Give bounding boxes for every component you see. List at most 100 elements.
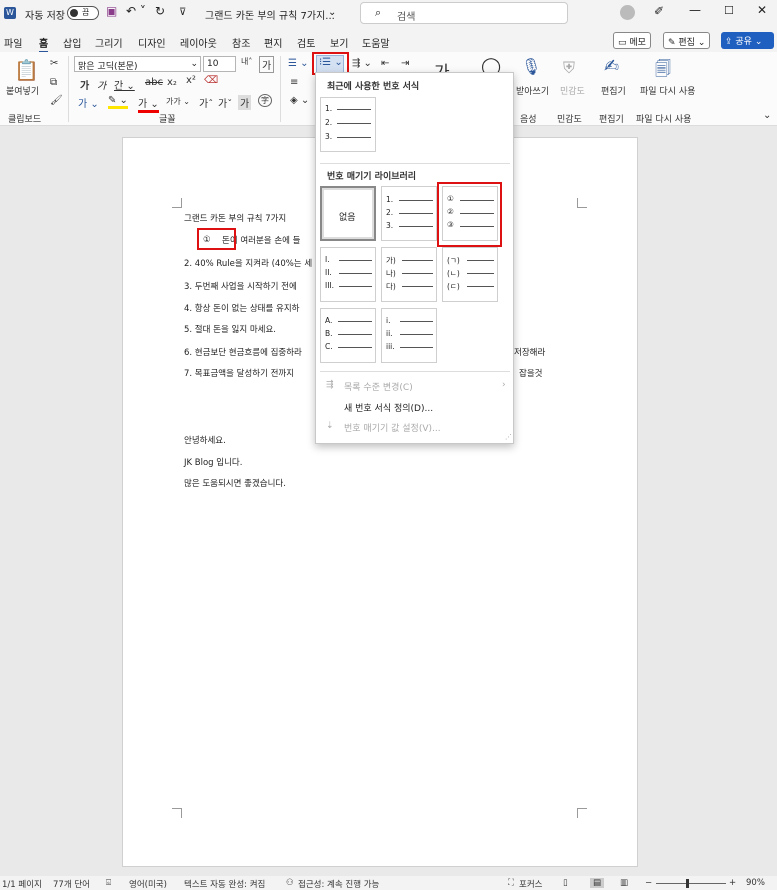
format-arabic-tile[interactable]: 1. 2. 3. xyxy=(381,186,437,241)
format-none-tile[interactable]: 없음 xyxy=(320,186,376,241)
reuse-files-icon[interactable]: 🗐 xyxy=(655,58,671,85)
accessibility-status[interactable]: 접근성: 계속 진행 가능 xyxy=(298,878,379,890)
edit-mode-button[interactable]: ✎ 편집 ⌄ xyxy=(663,32,711,49)
font-case-icon[interactable]: 가 xyxy=(259,56,275,73)
doc-title-line[interactable]: 그랜드 카돈 부의 규칙 7가지 xyxy=(184,212,286,224)
list-item-7-tail[interactable]: 잡을것 xyxy=(519,367,542,379)
list-item-7[interactable]: 7. 목표금액을 달성하기 전까지 xyxy=(184,367,294,379)
dictate-label[interactable]: 받아쓰기 xyxy=(516,84,549,97)
ribbon-collapse-icon[interactable]: ⌄ xyxy=(763,110,771,121)
web-layout-icon[interactable]: ▥ xyxy=(620,878,628,888)
shrink-font-icon[interactable]: 가ˇ xyxy=(218,95,232,110)
italic-icon[interactable]: 가 xyxy=(97,77,106,92)
paste-icon[interactable]: 📋 xyxy=(14,58,39,82)
cut-icon[interactable]: ✂ xyxy=(50,58,58,69)
maximize-icon[interactable]: ☐ xyxy=(724,4,734,17)
accessibility-icon[interactable]: ⚇ xyxy=(286,878,294,888)
editor-label[interactable]: 편집기 xyxy=(601,84,626,97)
text-effects-icon[interactable]: 가 ⌄ xyxy=(78,95,99,110)
close-icon[interactable]: ✕ xyxy=(757,3,767,17)
text-prediction-status[interactable]: 텍스트 자동 완성: 켜짐 xyxy=(184,878,265,890)
sensitivity-label[interactable]: 민감도 xyxy=(560,84,585,97)
align-left-icon[interactable]: ≡ xyxy=(290,77,298,88)
format-roman-lower-tile[interactable]: i. ii. iii. xyxy=(381,308,437,363)
char-shading-icon[interactable]: 가 xyxy=(238,95,252,110)
tab-home[interactable]: 홈 xyxy=(39,35,49,53)
zoom-level[interactable]: 90% xyxy=(746,878,765,888)
subscript-icon[interactable]: x₂ xyxy=(167,77,177,88)
minimize-icon[interactable]: — xyxy=(689,3,701,17)
define-new-format-item[interactable]: 새 번호 서식 정의(D)... xyxy=(344,401,433,414)
char-spacing-icon[interactable]: 가가 ⌄ xyxy=(166,96,190,107)
tab-help[interactable]: 도움말 xyxy=(362,35,390,50)
bullets-icon[interactable]: ☰ ⌄ xyxy=(288,58,309,69)
format-painter-icon[interactable]: 🖌 xyxy=(50,95,63,106)
list-item-2[interactable]: 2. 40% Rule을 지켜라 (40%는 세 xyxy=(184,257,312,269)
increase-indent-icon[interactable]: ⇥ xyxy=(401,58,409,69)
read-mode-icon[interactable]: ▯ xyxy=(563,878,568,888)
focus-icon[interactable]: ⛶ xyxy=(508,878,514,888)
title-chevron-down-icon[interactable]: ⌄ xyxy=(328,7,336,18)
set-numbering-value-item[interactable]: 번호 매기기 값 설정(V)... xyxy=(344,421,441,434)
list-item-6[interactable]: 6. 현금보단 현금흐름에 집중하라 xyxy=(184,346,302,358)
list-item-5[interactable]: 5. 절대 돈을 잃지 마세요. xyxy=(184,323,276,335)
grow-font-icon[interactable]: 가ˆ xyxy=(199,95,213,110)
sensitivity-icon[interactable]: ⛨ xyxy=(563,58,575,78)
tab-mailings[interactable]: 편지 xyxy=(264,35,282,50)
strikethrough-icon[interactable]: abc xyxy=(145,77,163,88)
shading-icon[interactable]: ◈ ⌄ xyxy=(290,95,309,106)
tab-review[interactable]: 검토 xyxy=(297,35,315,50)
copy-icon[interactable]: ⧉ xyxy=(50,77,57,88)
document-title[interactable]: 그랜드 카돈 부의 규칙 7가지... xyxy=(205,7,335,22)
tab-design[interactable]: 디자인 xyxy=(138,35,166,50)
print-layout-icon[interactable]: ▤ xyxy=(590,878,605,888)
enclosed-char-icon[interactable]: 字 xyxy=(258,94,272,107)
highlight-icon[interactable]: ✎ ⌄ xyxy=(108,95,128,109)
tab-layout[interactable]: 레이아웃 xyxy=(180,35,217,50)
recent-format-tile[interactable]: 1. 2. 3. xyxy=(320,97,376,152)
font-size-select[interactable]: 10 xyxy=(203,56,236,72)
customize-quick-access-icon[interactable]: ⊽ xyxy=(179,7,186,18)
word-count[interactable]: 77개 단어 xyxy=(53,878,90,890)
tab-view[interactable]: 보기 xyxy=(330,35,348,50)
tab-draw[interactable]: 그리기 xyxy=(95,35,123,50)
increase-font-icon[interactable]: 내˄ xyxy=(241,56,252,67)
zoom-slider[interactable] xyxy=(656,883,726,884)
format-hangul-jamo-tile[interactable]: (ㄱ) (ㄴ) (ㄷ) xyxy=(442,247,498,302)
underline-icon[interactable]: 간 ⌄ xyxy=(114,77,135,92)
reuse-label[interactable]: 파일 다시 사용 xyxy=(640,84,695,97)
account-avatar[interactable] xyxy=(620,5,635,20)
microphone-icon[interactable]: 🎙 xyxy=(521,57,541,76)
redo-icon[interactable]: ↻ xyxy=(155,4,165,18)
paste-label[interactable]: 붙여넣기 xyxy=(6,84,39,97)
zoom-slider-thumb[interactable] xyxy=(686,879,689,888)
decrease-indent-icon[interactable]: ⇤ xyxy=(381,58,389,69)
font-name-select[interactable]: 맑은 고딕(본문) ⌄ xyxy=(74,56,201,72)
clear-formatting-icon[interactable]: ⌫ xyxy=(204,75,218,86)
share-button[interactable]: ⇪ 공유 ⌄ xyxy=(721,32,774,49)
tab-references[interactable]: 참조 xyxy=(232,35,250,50)
list-item-3[interactable]: 3. 두번째 사업을 시작하기 전에 xyxy=(184,280,297,292)
zoom-in-icon[interactable]: + xyxy=(729,878,736,888)
format-alpha-upper-tile[interactable]: A. B. C. xyxy=(320,308,376,363)
resize-grip-icon[interactable]: ⋰ xyxy=(505,433,512,441)
save-icon[interactable]: ▣ xyxy=(106,4,117,18)
change-list-level-item[interactable]: 목록 수준 변경(C) xyxy=(344,380,413,393)
undo-icon[interactable]: ↶ ˅ xyxy=(126,4,146,18)
tab-file[interactable]: 파일 xyxy=(4,35,22,50)
pen-icon[interactable]: ✐ xyxy=(654,4,664,18)
page-count[interactable]: 1/1 페이지 xyxy=(2,878,42,890)
search-box[interactable]: ⌕ 검색 xyxy=(360,2,568,24)
autosave-toggle[interactable]: 끔 xyxy=(67,6,99,20)
paragraph-hope[interactable]: 많은 도움되시면 좋겠습니다. xyxy=(184,477,286,489)
format-hangul-tile[interactable]: 가) 나) 다) xyxy=(381,247,437,302)
zoom-out-icon[interactable]: − xyxy=(645,878,652,888)
editor-icon[interactable]: ✍ xyxy=(604,56,619,77)
memo-button[interactable]: ▭ 메모 xyxy=(613,32,651,49)
proofing-icon[interactable]: ⌺ xyxy=(106,878,111,888)
superscript-icon[interactable]: x² xyxy=(186,75,196,86)
list-item-4[interactable]: 4. 항상 돈이 없는 상태를 유지하 xyxy=(184,302,299,314)
paragraph-blog[interactable]: JK Blog 입니다. xyxy=(184,456,242,468)
format-roman-upper-tile[interactable]: I. II. III. xyxy=(320,247,376,302)
focus-label[interactable]: 포커스 xyxy=(519,878,542,890)
